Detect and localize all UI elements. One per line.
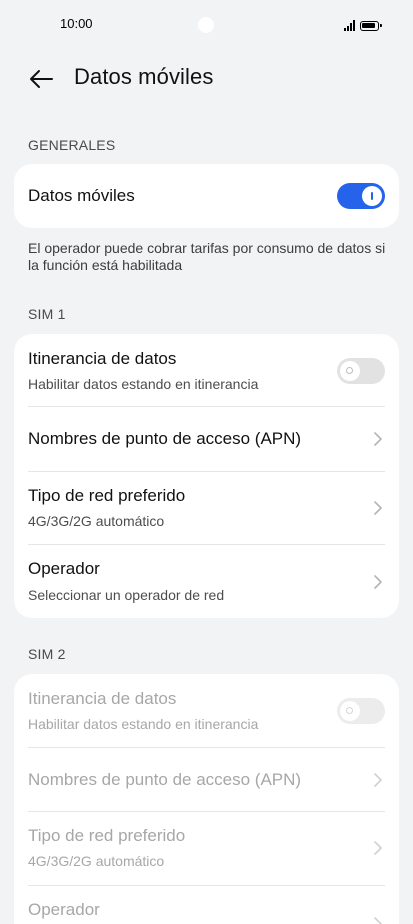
sim2-operator-row[interactable]: Operador	[14, 886, 399, 924]
sim2-roaming-row[interactable]: Itinerancia de datos Habilitar datos est…	[14, 674, 399, 746]
chevron-right-icon	[374, 773, 382, 787]
card-general: Datos móviles	[14, 164, 399, 228]
sim2-network-type-subtitle: 4G/3G/2G automático	[28, 853, 165, 869]
mobile-data-description: El operador puede cobrar tarifas por con…	[28, 240, 386, 273]
sim1-network-type-subtitle: 4G/3G/2G automático	[28, 513, 165, 529]
sim2-roaming-title: Itinerancia de datos	[28, 689, 177, 708]
chevron-right-icon	[374, 501, 382, 515]
mobile-data-row[interactable]: Datos móviles	[14, 164, 399, 228]
sim1-apn-row[interactable]: Nombres de punto de acceso (APN)	[14, 407, 399, 471]
section-label-general: GENERALES	[28, 137, 116, 153]
sim1-operator-subtitle: Seleccionar un operador de red	[28, 587, 225, 603]
battery-icon	[360, 21, 382, 31]
header: Datos móviles	[0, 52, 413, 106]
sim1-network-type-row[interactable]: Tipo de red preferido 4G/3G/2G automátic…	[14, 472, 399, 544]
sim1-roaming-toggle[interactable]	[337, 358, 385, 384]
sim1-apn-title: Nombres de punto de acceso (APN)	[28, 429, 302, 448]
chevron-right-icon	[374, 575, 382, 589]
status-icons	[344, 17, 382, 31]
card-sim2: Itinerancia de datos Habilitar datos est…	[14, 674, 399, 924]
toggle-knob	[362, 186, 382, 206]
chevron-right-icon	[374, 432, 382, 446]
section-label-sim1: SIM 1	[28, 306, 66, 322]
sim2-operator-title: Operador	[28, 900, 100, 919]
sim2-network-type-title: Tipo de red preferido	[28, 826, 186, 845]
sim2-roaming-subtitle: Habilitar datos estando en itinerancia	[28, 716, 259, 732]
section-label-sim2: SIM 2	[28, 646, 66, 662]
toggle-knob	[340, 701, 360, 721]
sim2-apn-row[interactable]: Nombres de punto de acceso (APN)	[14, 748, 399, 812]
sim2-apn-title: Nombres de punto de acceso (APN)	[28, 770, 302, 789]
chevron-right-icon	[374, 917, 382, 924]
signal-icon	[344, 20, 355, 31]
sim1-network-type-title: Tipo de red preferido	[28, 486, 186, 505]
sim1-operator-title: Operador	[28, 559, 100, 578]
sim1-roaming-subtitle: Habilitar datos estando en itinerancia	[28, 376, 259, 392]
status-bar: 10:00	[0, 0, 413, 52]
mobile-data-toggle[interactable]	[337, 183, 385, 209]
toggle-knob	[340, 361, 360, 381]
sim2-roaming-toggle[interactable]	[337, 698, 385, 724]
arrow-left-icon	[30, 70, 53, 88]
sim1-operator-row[interactable]: Operador Seleccionar un operador de red	[14, 545, 399, 618]
sim2-network-type-row[interactable]: Tipo de red preferido 4G/3G/2G automátic…	[14, 812, 399, 884]
camera-cutout	[198, 17, 214, 33]
sim1-roaming-title: Itinerancia de datos	[28, 349, 177, 368]
back-button[interactable]	[24, 62, 58, 96]
status-time: 10:00	[60, 16, 93, 31]
sim1-roaming-row[interactable]: Itinerancia de datos Habilitar datos est…	[14, 334, 399, 406]
chevron-right-icon	[374, 841, 382, 855]
page-title: Datos móviles	[74, 64, 214, 89]
card-sim1: Itinerancia de datos Habilitar datos est…	[14, 334, 399, 618]
mobile-data-label: Datos móviles	[28, 186, 135, 205]
phone-screen: 10:00 Datos móviles GENERALES Datos móvi…	[0, 0, 413, 924]
